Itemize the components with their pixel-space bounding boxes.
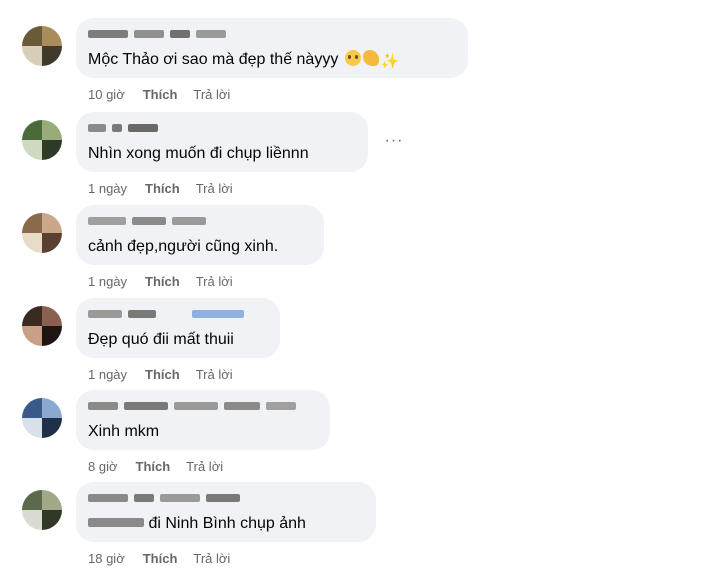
reply-button[interactable]: Trả lời <box>196 367 233 382</box>
comment-actions: 1 ngày Thích Trả lời <box>88 367 233 383</box>
like-button[interactable]: Thích <box>136 459 171 474</box>
reply-button[interactable]: Trả lời <box>196 181 233 196</box>
comment-bubble: Nhìn xong muốn đi chụp liềnnn <box>76 112 368 172</box>
comment: Mộc Thảo ơi sao mà đẹp thế nàyyy ✨ 10 gi… <box>0 18 712 110</box>
reply-button[interactable]: Trả lời <box>186 459 223 474</box>
comment-time[interactable]: 8 giờ <box>88 459 118 474</box>
comment-time[interactable]: 10 giờ <box>88 87 125 102</box>
reply-button[interactable]: Trả lời <box>193 87 230 102</box>
more-options-icon[interactable]: ··· <box>382 133 406 152</box>
comment: Nhìn xong muốn đi chụp liềnnn ··· 1 ngày… <box>0 112 712 204</box>
comment-text: Nhìn xong muốn đi chụp liềnnn <box>88 145 309 162</box>
avatar[interactable] <box>22 490 62 530</box>
comment-time[interactable]: 1 ngày <box>88 367 127 382</box>
comment-actions: 18 giờ Thích Trả lời <box>88 551 230 567</box>
commenter-name-redacted[interactable] <box>88 30 238 40</box>
avatar[interactable] <box>22 120 62 160</box>
sparkles-icon: ✨ <box>380 53 400 70</box>
comment-text: Đẹp quó đii mất thuii <box>88 331 234 348</box>
like-button[interactable]: Thích <box>143 87 178 102</box>
comment-bubble: cảnh đẹp,người cũng xinh. <box>76 205 324 265</box>
comment-actions: 10 giờ Thích Trả lời <box>88 87 230 103</box>
reply-button[interactable]: Trả lời <box>196 274 233 289</box>
flexed-biceps-icon <box>362 50 379 66</box>
mention-redacted <box>88 518 144 527</box>
commenter-name-redacted[interactable] <box>88 310 248 320</box>
comment-time[interactable]: 1 ngày <box>88 274 127 289</box>
avatar[interactable] <box>22 213 62 253</box>
comment-text: cảnh đẹp,người cũng xinh. <box>88 238 279 255</box>
comment-text: đi Ninh Bình chụp ảnh <box>88 514 306 534</box>
comment-bubble: Mộc Thảo ơi sao mà đẹp thế nàyyy ✨ <box>76 18 468 78</box>
commenter-name-redacted[interactable] <box>88 402 318 412</box>
comment-actions: 1 ngày Thích Trả lời <box>88 181 233 197</box>
pleading-face-icon <box>344 50 361 66</box>
comment: Đẹp quó đii mất thuii 1 ngày Thích Trả lời <box>0 298 712 390</box>
like-button[interactable]: Thích <box>145 367 180 382</box>
comment-text: Mộc Thảo ơi sao mà đẹp thế nàyyy ✨ <box>88 50 400 70</box>
comment-bubble: Đẹp quó đii mất thuii <box>76 298 280 358</box>
comment: Xinh mkm 8 giờ Thích Trả lời <box>0 390 712 482</box>
commenter-name-redacted[interactable] <box>88 494 288 504</box>
like-button[interactable]: Thích <box>145 274 180 289</box>
comment-time[interactable]: 18 giờ <box>88 551 125 566</box>
comment-bubble: Xinh mkm <box>76 390 330 450</box>
commenter-name-redacted[interactable] <box>88 217 218 227</box>
like-button[interactable]: Thích <box>145 181 180 196</box>
avatar[interactable] <box>22 306 62 346</box>
comment-bubble: đi Ninh Bình chụp ảnh <box>76 482 376 542</box>
avatar[interactable] <box>22 398 62 438</box>
like-button[interactable]: Thích <box>143 551 178 566</box>
comment-text: Xinh mkm <box>88 423 160 440</box>
comment-time[interactable]: 1 ngày <box>88 181 127 196</box>
avatar[interactable] <box>22 26 62 66</box>
comment-actions: 1 ngày Thích Trả lời <box>88 274 233 290</box>
comment-actions: 8 giờ Thích Trả lời <box>88 459 223 475</box>
comment: đi Ninh Bình chụp ảnh 18 giờ Thích Trả lời <box>0 482 712 574</box>
commenter-name-redacted[interactable] <box>88 124 168 134</box>
comment: cảnh đẹp,người cũng xinh. 1 ngày Thích Trả… <box>0 205 712 297</box>
reply-button[interactable]: Trả lời <box>193 551 230 566</box>
